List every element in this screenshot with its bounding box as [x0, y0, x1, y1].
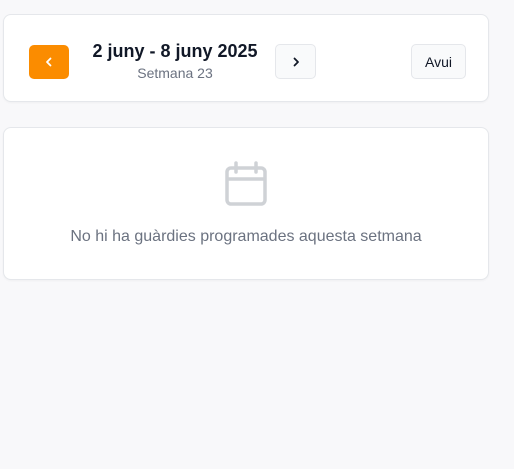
empty-state-card: No hi ha guàrdies programades aquesta se…	[3, 127, 489, 280]
week-navigation-card: 2 juny - 8 juny 2025 Setmana 23 Avui	[3, 14, 489, 102]
week-number-label: Setmana 23	[137, 65, 213, 81]
chevron-left-icon	[46, 57, 52, 67]
chevron-right-icon	[293, 57, 299, 66]
week-date-range: 2 juny - 8 juny 2025	[92, 41, 258, 61]
previous-week-button[interactable]	[29, 45, 69, 79]
empty-state-message: No hi ha guàrdies programades aquesta se…	[70, 228, 422, 245]
next-week-button[interactable]	[275, 44, 316, 79]
week-date-block: 2 juny - 8 juny 2025 Setmana 23	[82, 40, 268, 82]
calendar-icon	[225, 161, 267, 206]
today-button[interactable]: Avui	[411, 44, 466, 79]
